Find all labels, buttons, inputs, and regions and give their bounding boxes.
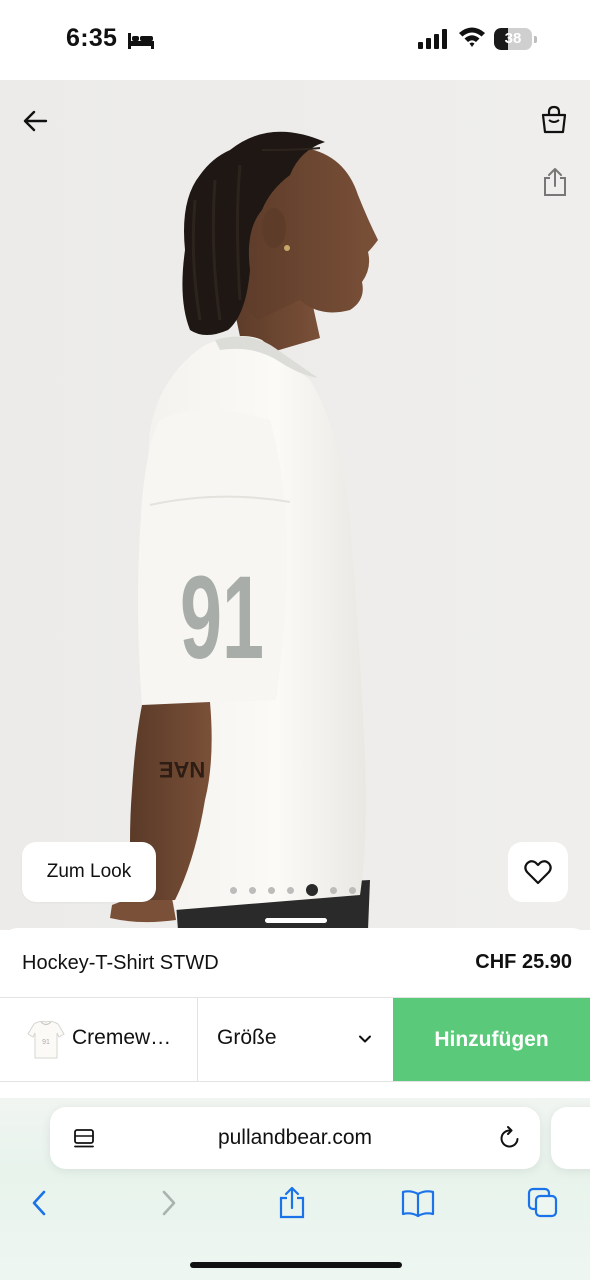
next-tab-preview[interactable] <box>551 1107 590 1169</box>
tabs-icon[interactable] <box>526 1186 560 1220</box>
pagination-dot[interactable] <box>330 886 337 894</box>
chevron-down-icon <box>359 1035 371 1043</box>
model-photo: NAE 91 <box>0 80 590 930</box>
color-swatch-thumbnail: 91 <box>27 1020 65 1059</box>
pagination-dot-active[interactable] <box>306 884 318 896</box>
url-text: pullandbear.com <box>217 1126 373 1149</box>
status-bar: 6:35 38 <box>0 0 590 80</box>
gallery-pagination[interactable] <box>230 882 356 898</box>
color-label: Cremew… <box>72 1026 172 1049</box>
share-icon[interactable] <box>540 166 570 198</box>
bookmarks-icon[interactable] <box>400 1186 436 1220</box>
tattoo-text: NAE <box>159 757 205 782</box>
pagination-dot[interactable] <box>230 886 237 894</box>
jersey-number: 91 <box>180 552 264 684</box>
back-icon[interactable] <box>24 1186 56 1220</box>
zum-look-button[interactable]: Zum Look <box>22 842 156 902</box>
favorite-button[interactable] <box>508 842 568 902</box>
product-name: Hockey-T-Shirt STWD <box>22 952 219 974</box>
svg-text:91: 91 <box>42 1039 50 1046</box>
pagination-dot[interactable] <box>268 886 275 894</box>
bed-icon <box>128 33 154 49</box>
product-info-sheet: Hockey-T-Shirt STWD CHF 25.90 91 Cremew…… <box>0 928 590 1098</box>
back-arrow-icon[interactable] <box>20 105 52 137</box>
pagination-dot[interactable] <box>349 886 356 894</box>
browser-toolbar <box>0 1186 590 1220</box>
shopping-bag-icon[interactable] <box>538 104 570 136</box>
purchase-bar: 91 Cremew… Größe Hinzufügen <box>0 997 590 1082</box>
heart-icon <box>524 860 552 885</box>
sheet-handle[interactable] <box>265 918 327 923</box>
pagination-dot[interactable] <box>249 886 256 894</box>
size-selector[interactable]: Größe <box>198 998 393 1081</box>
battery-icon: 38 <box>494 28 537 50</box>
home-indicator[interactable] <box>190 1262 402 1268</box>
battery-level: 38 <box>504 30 522 47</box>
color-selector[interactable]: 91 Cremew… <box>0 998 198 1081</box>
forward-icon[interactable] <box>152 1186 184 1220</box>
wifi-icon <box>459 27 485 47</box>
size-label: Größe <box>217 1026 277 1049</box>
address-bar[interactable]: pullandbear.com <box>50 1107 540 1169</box>
share-icon[interactable] <box>276 1186 308 1220</box>
add-to-cart-button[interactable]: Hinzufügen <box>393 998 590 1081</box>
product-price: CHF 25.90 <box>475 951 572 973</box>
reload-icon[interactable] <box>498 1125 522 1151</box>
status-time: 6:35 <box>66 24 118 52</box>
browser-chrome: pullandbear.com <box>0 1098 590 1280</box>
cellular-signal-icon <box>418 29 447 49</box>
product-image[interactable]: NAE 91 <box>0 80 590 930</box>
pagination-dot[interactable] <box>287 886 294 894</box>
